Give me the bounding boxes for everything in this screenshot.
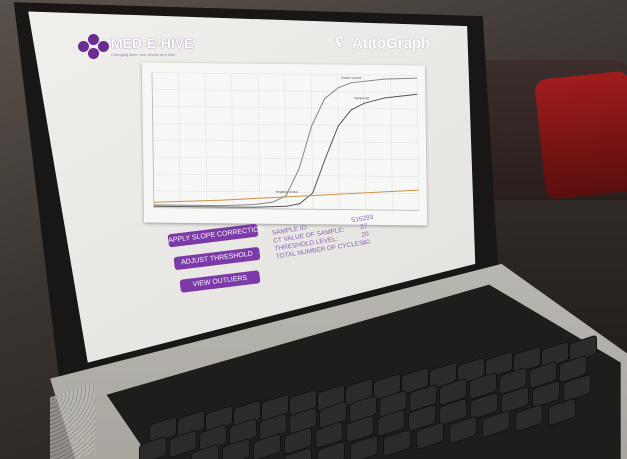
series-label-2: Negative control xyxy=(276,190,298,194)
series-label-0: Positive control xyxy=(341,76,362,80)
brand-name: MED-E-HIVE xyxy=(111,35,194,51)
speaker-grille xyxy=(50,382,95,459)
threshold-value: 20 xyxy=(360,230,370,239)
brand-tagline: Changing lives, one device at a time xyxy=(111,52,176,57)
autograph-logo-icon: ʕ xyxy=(335,34,344,51)
hive-logo-icon xyxy=(78,34,110,60)
photo-scene: MED-E-HIVE Changing lives, one device at… xyxy=(0,0,627,459)
product-name: AutoGraph xyxy=(352,35,431,52)
series-label-1: Sample AB xyxy=(354,96,369,100)
product-title: ʕ AutoGraph xyxy=(335,34,431,52)
ct-value: 27 xyxy=(359,222,368,231)
cycles-value: 40 xyxy=(362,238,371,247)
